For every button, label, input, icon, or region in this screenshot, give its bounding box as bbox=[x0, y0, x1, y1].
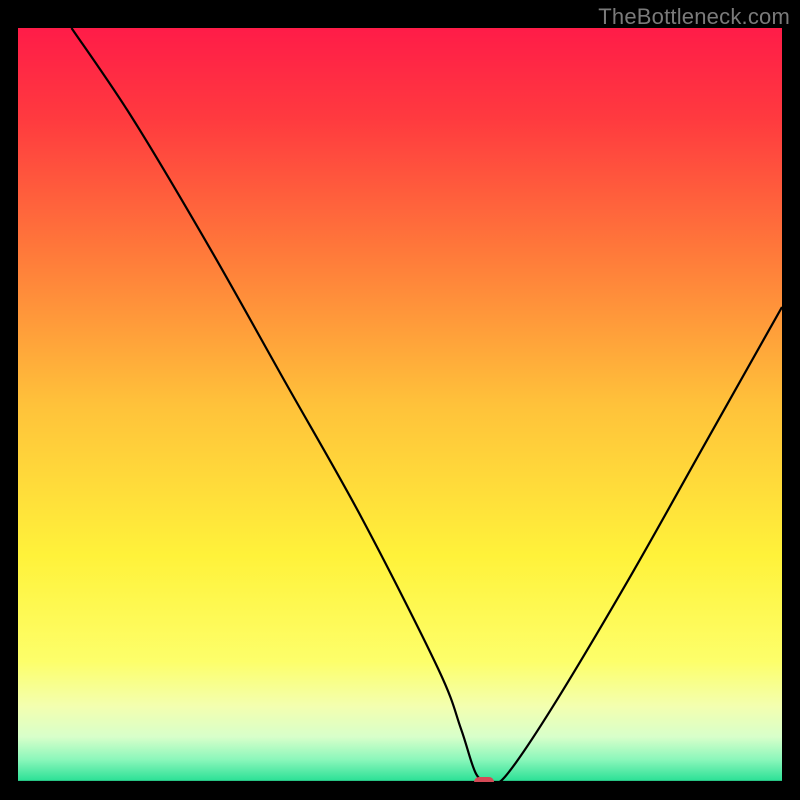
optimal-marker bbox=[474, 777, 494, 782]
gradient-background bbox=[18, 28, 782, 782]
bottleneck-plot bbox=[18, 28, 782, 782]
chart-frame: TheBottleneck.com bbox=[0, 0, 800, 800]
attribution-text: TheBottleneck.com bbox=[598, 4, 790, 30]
chart-svg bbox=[18, 28, 782, 782]
